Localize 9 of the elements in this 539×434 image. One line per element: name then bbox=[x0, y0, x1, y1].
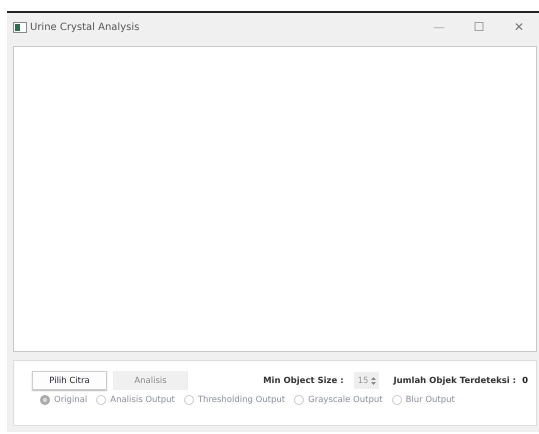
detected-count-label: Jumlah Objek Terdeteksi : bbox=[393, 376, 516, 386]
close-button[interactable]: ✕ bbox=[499, 20, 539, 34]
maximize-button[interactable]: ☐ bbox=[459, 20, 499, 34]
window-title: Urine Crystal Analysis bbox=[30, 22, 140, 32]
minimize-button[interactable]: — bbox=[419, 20, 459, 34]
min-size-label: Min Object Size : bbox=[263, 376, 344, 386]
select-image-button[interactable]: Pilih Citra bbox=[32, 371, 107, 390]
app-icon bbox=[13, 22, 27, 32]
detected-count: 0 bbox=[522, 376, 528, 386]
